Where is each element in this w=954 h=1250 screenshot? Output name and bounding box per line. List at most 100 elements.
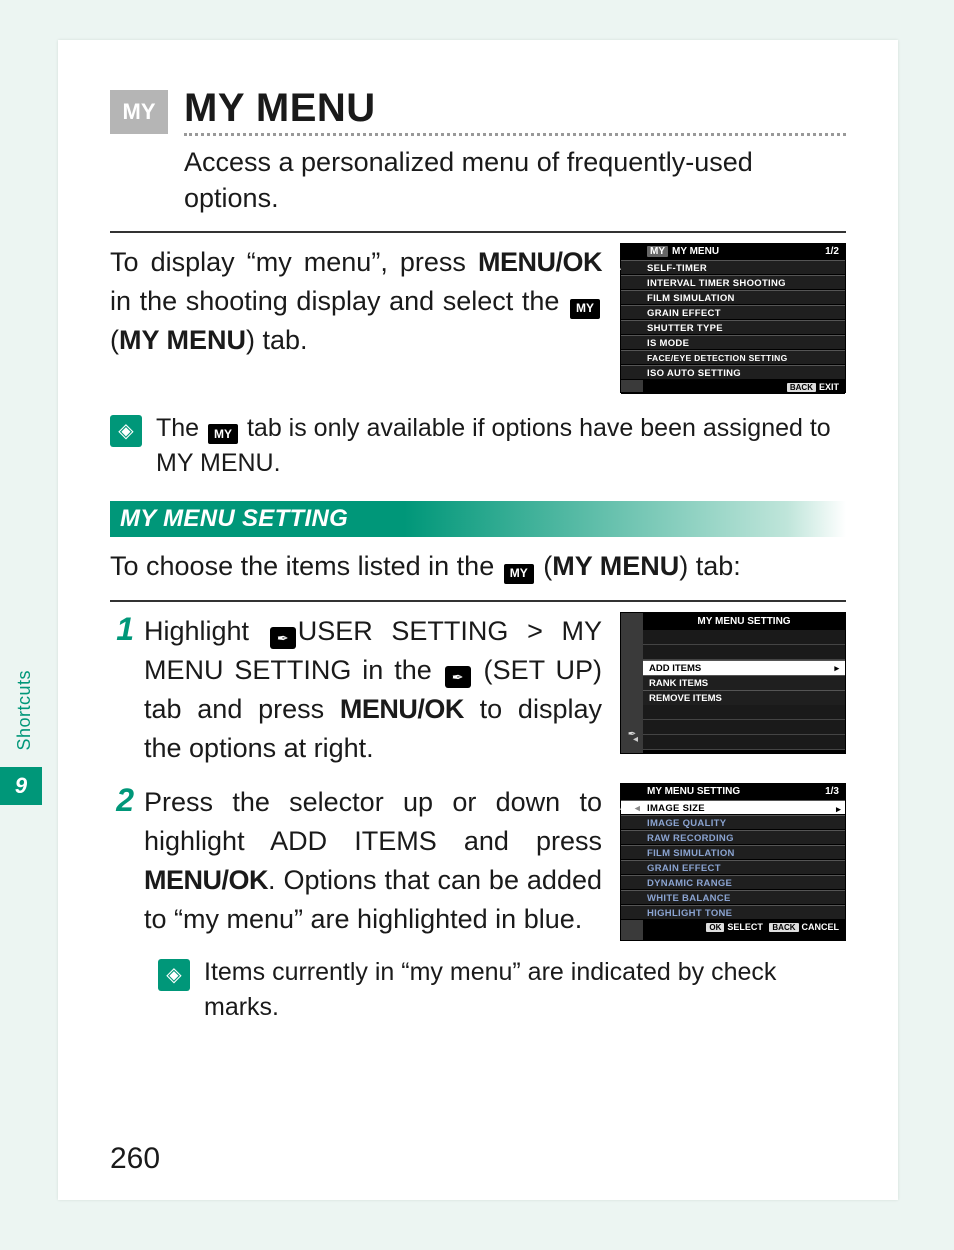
text-bold: MY MENU [156, 449, 274, 477]
row-remove-items: REMOVE ITEMS [643, 690, 845, 705]
back-button-label: BACK [787, 383, 816, 392]
text: ( [473, 655, 493, 685]
lcd-title: MY MENU SETTING [643, 613, 845, 630]
tab-strip: ✒ [621, 613, 643, 753]
left-arrow-icon: ◂ [633, 734, 638, 745]
screenshot-my-menu-setting: ✒ ◂ MY MENU SETTING ADD ITEMS ▸ RANK ITEM… [620, 612, 846, 754]
dotted-rule [184, 133, 846, 136]
note-icon: ◈ [110, 415, 142, 447]
paragraph-1: To display “my menu”, press MENU/OK in t… [110, 243, 602, 360]
back-button-label: BACK [769, 923, 798, 932]
page-number: 260 [110, 1142, 160, 1176]
screenshot-my-menu: I.Q. AF/MF ● ⚡ ⚙ ✒ MY MYMY MENU 1/2 SELF… [620, 243, 846, 393]
row-shutter: SHUTTER TYPE [621, 320, 845, 335]
chapter-number: 9 [0, 767, 42, 805]
text-bold: ADD ITEMS [270, 826, 437, 856]
title-text: MY MENU SETTING [647, 786, 740, 797]
text: ) tab. [246, 325, 308, 355]
text: ) tab: [679, 551, 741, 581]
text: To choose the items listed in the [110, 551, 502, 581]
my-icon: MY [504, 564, 534, 584]
chapter-label: Shortcuts [14, 660, 35, 761]
row-film-sim: FILM SIMULATION [621, 290, 845, 305]
step-number: 2 [110, 783, 134, 941]
note-2: ◈ Items currently in “my menu” are indic… [158, 955, 846, 1025]
page: MY MY MENU Access a personalized menu of… [58, 40, 898, 1200]
screenshot-add-items: I.Q. AF/MF ● ⚡ ⚙ ✒ MY MENU SETTING 1/3 ◂… [620, 783, 846, 941]
text-bold: USER SETTING [298, 616, 509, 646]
lcd-title: MY MY MENU 1/2 [621, 244, 845, 260]
row-raw-recording: RAW RECORDING [621, 830, 845, 845]
paragraph-2: To choose the items listed in the MY (MY… [110, 547, 846, 586]
wrench-icon: ✒ [270, 627, 296, 649]
lcd-footer: BACKEXIT [621, 380, 845, 394]
menu-ok-label: MENU/OK [340, 694, 464, 724]
row-highlight-tone: HIGHLIGHT TONE [621, 905, 845, 920]
my-icon: MY [208, 424, 238, 444]
step-1-text: Highlight ✒USER SETTING > MY MENU SETTIN… [144, 612, 602, 769]
text: Highlight [144, 616, 268, 646]
row-grain: GRAIN EFFECT [621, 305, 845, 320]
lcd-footer: OKSELECT BACK CANCEL [621, 920, 845, 934]
my-badge: MY [110, 90, 168, 134]
right-arrow-icon: ▸ [834, 662, 839, 675]
select-label: SELECT [727, 922, 763, 932]
label: ADD ITEMS [649, 663, 701, 674]
step-2-text: Press the selector up or down to highlig… [144, 783, 602, 940]
row-white-balance: WHITE BALANCE [621, 890, 845, 905]
step-2: 2 Press the selector up or down to highl… [110, 783, 846, 941]
text: > [508, 616, 561, 646]
left-arrow-icon: ◂ [635, 802, 640, 815]
cancel-label: CANCEL [802, 922, 840, 932]
note-text: Items currently in “my menu” are indicat… [204, 955, 846, 1025]
row-dynamic-range: DYNAMIC RANGE [621, 875, 845, 890]
row-is-mode: IS MODE [621, 335, 845, 350]
step-number: 1 [110, 612, 134, 769]
text: To display “my menu”, press [110, 247, 478, 277]
note-icon: ◈ [158, 959, 190, 991]
row-image-size: ◂ IMAGE SIZE▸ [621, 800, 845, 815]
row-rank-items: RANK ITEMS [643, 675, 845, 690]
chapter-tab: Shortcuts 9 [0, 660, 42, 805]
section-heading: MY MENU SETTING [110, 501, 846, 537]
row-film-sim: FILM SIMULATION [621, 845, 845, 860]
text: in the [351, 655, 442, 685]
row-image-quality: IMAGE QUALITY [621, 815, 845, 830]
step-1: 1 Highlight ✒USER SETTING > MY MENU SETT… [110, 612, 846, 769]
row-self-timer: SELF-TIMER [621, 260, 845, 275]
rule [110, 231, 846, 233]
note-text: The MY tab is only available if options … [156, 411, 846, 481]
menu-ok-label: MENU/OK [144, 865, 268, 895]
row-iso-auto: ISO AUTO SETTING [621, 365, 845, 380]
text-bold: SET UP [493, 655, 593, 685]
my-icon: MY [647, 246, 668, 257]
wrench-icon: ✒ [445, 666, 471, 688]
text: tab is only available if options have be… [240, 414, 831, 442]
page-indicator: 1/2 [825, 246, 839, 257]
label: IMAGE SIZE [647, 803, 705, 814]
page-title: MY MENU [184, 86, 846, 131]
text: ( [110, 325, 119, 355]
lcd-title: MY MENU SETTING 1/3 [621, 784, 845, 800]
exit-label: EXIT [819, 382, 839, 392]
intro-text: Access a personalized menu of frequently… [184, 144, 846, 217]
my-icon: MY [570, 299, 600, 319]
ok-button-label: OK [706, 923, 724, 932]
text: The [156, 414, 206, 442]
text: . [274, 449, 281, 477]
page-indicator: 1/3 [825, 786, 839, 797]
text: in the shooting display and select the [110, 286, 568, 316]
row-face-eye: FACE/EYE DETECTION SETTING [621, 350, 845, 365]
text: ( [536, 551, 553, 581]
rule [110, 600, 846, 602]
text-bold: MY MENU [119, 325, 246, 355]
title-text: MY MENU [672, 246, 719, 257]
text: and press [437, 826, 602, 856]
row-interval: INTERVAL TIMER SHOOTING [621, 275, 845, 290]
text-bold: MY MENU [552, 551, 679, 581]
page-header: MY MY MENU Access a personalized menu of… [110, 86, 846, 217]
row-grain: GRAIN EFFECT [621, 860, 845, 875]
menu-ok-label: MENU/OK [478, 247, 602, 277]
row-add-items: ADD ITEMS ▸ [643, 660, 845, 675]
note-1: ◈ The MY tab is only available if option… [110, 411, 846, 481]
